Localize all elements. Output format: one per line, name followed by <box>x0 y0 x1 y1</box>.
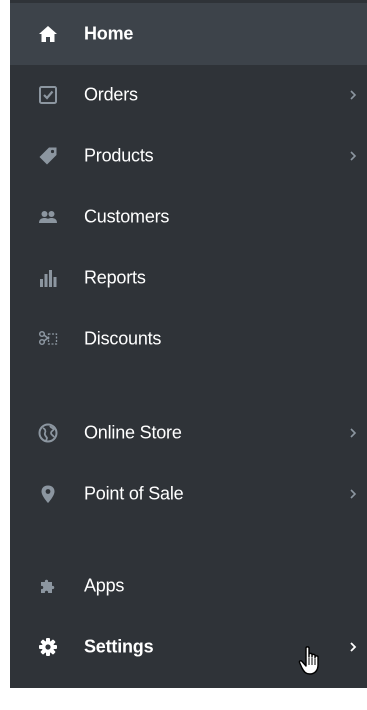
chevron-right-icon <box>348 427 358 439</box>
sidebar-item-label: Apps <box>84 575 125 596</box>
sidebar-item-label: Orders <box>84 84 138 105</box>
orders-icon <box>38 85 58 105</box>
chevron-right-icon <box>348 150 358 162</box>
customers-icon <box>38 207 58 227</box>
map-pin-icon <box>38 484 58 504</box>
sidebar-item-discounts[interactable]: Discounts <box>10 308 367 370</box>
sidebar-item-apps[interactable]: Apps <box>10 555 367 617</box>
home-icon <box>38 24 58 44</box>
sidebar-item-label: Online Store <box>84 422 182 443</box>
sidebar-item-label: Discounts <box>84 328 162 349</box>
sidebar-item-online-store[interactable]: Online Store <box>10 402 367 464</box>
sidebar-item-products[interactable]: Products <box>10 125 367 187</box>
sidebar-item-label: Products <box>84 145 154 166</box>
sidebar-item-label: Reports <box>84 267 146 288</box>
gear-icon <box>38 637 58 657</box>
sidebar-item-customers[interactable]: Customers <box>10 186 367 248</box>
sidebar-item-label: Customers <box>84 206 170 227</box>
sidebar-item-point-of-sale[interactable]: Point of Sale <box>10 463 367 525</box>
chevron-right-icon <box>348 641 358 653</box>
sidebar-item-label: Point of Sale <box>84 483 184 504</box>
sidebar-item-reports[interactable]: Reports <box>10 247 367 309</box>
tag-icon <box>38 146 58 166</box>
discount-scissors-icon <box>38 329 58 349</box>
globe-icon <box>38 423 58 443</box>
puzzle-icon <box>38 576 58 596</box>
chevron-right-icon <box>348 89 358 101</box>
chevron-right-icon <box>348 488 358 500</box>
hand-pointer-cursor-icon <box>298 645 324 677</box>
sidebar-item-orders[interactable]: Orders <box>10 64 367 126</box>
sidebar-item-home[interactable]: Home <box>10 3 367 65</box>
sidebar-item-label: Home <box>84 23 134 44</box>
sidebar-nav: Home Orders Products Customers Reports D… <box>10 0 367 688</box>
sidebar-item-label: Settings <box>84 636 154 657</box>
bar-chart-icon <box>38 268 58 288</box>
